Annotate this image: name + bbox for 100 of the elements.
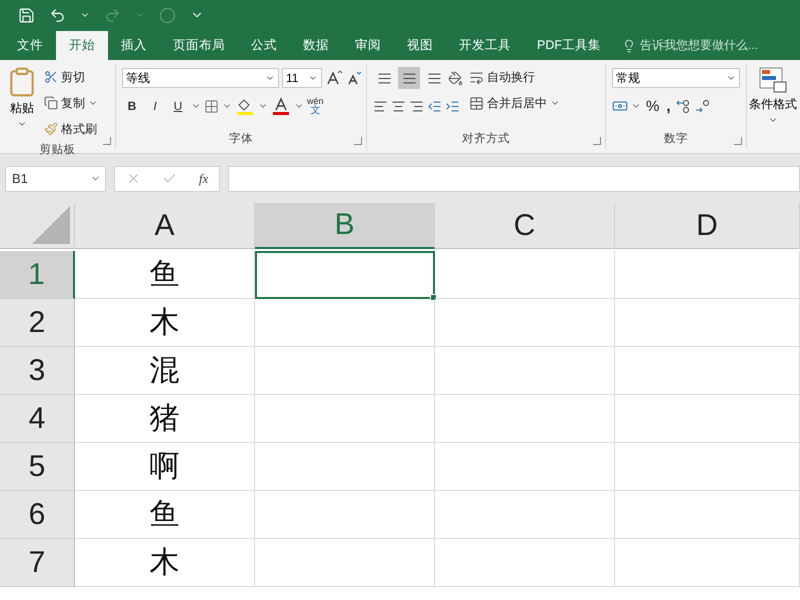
table-cell[interactable] bbox=[255, 347, 435, 395]
decrease-indent-icon[interactable] bbox=[427, 98, 442, 114]
table-cell[interactable]: 木 bbox=[75, 299, 255, 347]
font-size-field[interactable]: 11 bbox=[282, 68, 322, 88]
ribbon-tab[interactable]: 文件 bbox=[4, 31, 56, 60]
copy-icon bbox=[44, 96, 58, 110]
align-middle-icon[interactable] bbox=[402, 70, 416, 86]
ribbon-tab[interactable]: 公式 bbox=[238, 31, 290, 60]
circle-icon[interactable] bbox=[159, 6, 176, 24]
bold-button[interactable]: B bbox=[122, 95, 142, 117]
align-right-icon[interactable] bbox=[409, 98, 424, 114]
row-header[interactable]: 2 bbox=[0, 299, 75, 347]
scissors-icon bbox=[44, 70, 58, 84]
ribbon-tab[interactable]: 审阅 bbox=[342, 31, 394, 60]
borders-icon[interactable] bbox=[204, 98, 219, 114]
group-label: 剪贴板 bbox=[38, 142, 76, 157]
table-cell[interactable] bbox=[615, 347, 800, 395]
table-cell[interactable] bbox=[615, 299, 800, 347]
column-header[interactable]: C bbox=[435, 203, 615, 249]
row-header[interactable]: 7 bbox=[0, 539, 75, 587]
italic-button[interactable]: I bbox=[145, 95, 165, 117]
merge-cells-icon bbox=[469, 96, 484, 110]
row-header[interactable]: 6 bbox=[0, 491, 75, 539]
underline-button[interactable]: U bbox=[168, 95, 188, 117]
table-cell[interactable] bbox=[615, 395, 800, 443]
dialog-launcher-icon[interactable] bbox=[103, 137, 111, 145]
merge-center-button[interactable]: 合并后居中 bbox=[467, 92, 562, 114]
table-cell[interactable] bbox=[255, 395, 435, 443]
save-icon[interactable] bbox=[18, 6, 35, 24]
ribbon-tab[interactable]: PDF工具集 bbox=[524, 31, 614, 60]
font-name-field[interactable]: 等线 bbox=[122, 68, 279, 88]
group-label: 字体 bbox=[228, 131, 254, 147]
ribbon-tab[interactable]: 视图 bbox=[394, 31, 446, 60]
table-cell[interactable] bbox=[435, 251, 615, 299]
column-header[interactable]: D bbox=[615, 203, 800, 249]
column-header[interactable]: A bbox=[75, 203, 255, 249]
grow-font-icon[interactable] bbox=[325, 69, 343, 87]
number-format-field[interactable]: 常规 bbox=[612, 68, 740, 88]
table-cell[interactable] bbox=[615, 539, 800, 587]
table-cell[interactable] bbox=[435, 491, 615, 539]
table-cell[interactable] bbox=[255, 539, 435, 587]
row-header[interactable]: 4 bbox=[0, 395, 75, 443]
undo-icon[interactable] bbox=[49, 6, 66, 24]
font-color-icon[interactable] bbox=[271, 96, 291, 116]
table-cell[interactable]: 鱼 bbox=[75, 251, 255, 299]
conditional-formatting-button[interactable]: 条件格式 bbox=[749, 66, 797, 125]
table-cell[interactable]: 混 bbox=[75, 347, 255, 395]
table-cell[interactable] bbox=[435, 443, 615, 491]
table-cell[interactable]: 鱼 bbox=[75, 491, 255, 539]
format-painter-button[interactable]: 格式刷 bbox=[42, 118, 100, 140]
align-bottom-icon[interactable] bbox=[426, 70, 442, 86]
wrap-text-button[interactable]: 自动换行 bbox=[467, 66, 562, 88]
table-cell[interactable] bbox=[435, 347, 615, 395]
align-left-icon[interactable] bbox=[373, 98, 388, 114]
selected-cell[interactable] bbox=[255, 251, 435, 299]
column-header[interactable]: B bbox=[255, 203, 435, 249]
ribbon-tab[interactable]: 数据 bbox=[290, 31, 342, 60]
table-cell[interactable] bbox=[435, 299, 615, 347]
ribbon-tab[interactable]: 页面布局 bbox=[160, 31, 238, 60]
align-center-icon[interactable] bbox=[391, 98, 406, 114]
paste-button[interactable]: 粘贴 bbox=[6, 66, 38, 140]
table-cell[interactable]: 木 bbox=[75, 539, 255, 587]
ribbon-tab[interactable]: 开始 bbox=[56, 31, 108, 60]
dialog-launcher-icon[interactable] bbox=[593, 137, 601, 145]
dialog-launcher-icon[interactable] bbox=[734, 137, 742, 145]
align-top-icon[interactable] bbox=[376, 70, 392, 86]
table-cell[interactable] bbox=[255, 299, 435, 347]
increase-indent-icon[interactable] bbox=[445, 98, 460, 114]
table-cell[interactable] bbox=[435, 395, 615, 443]
cut-button[interactable]: 剪切 bbox=[42, 66, 100, 88]
name-box[interactable]: B1 bbox=[5, 166, 106, 192]
tell-me-search[interactable]: 告诉我您想要做什么... bbox=[622, 31, 758, 60]
select-all-triangle-icon[interactable] bbox=[32, 206, 70, 244]
percent-button[interactable]: % bbox=[644, 95, 662, 117]
table-cell[interactable]: 啊 bbox=[75, 443, 255, 491]
shrink-font-icon[interactable] bbox=[346, 69, 362, 87]
copy-button[interactable]: 复制 bbox=[42, 92, 100, 114]
table-cell[interactable] bbox=[615, 443, 800, 491]
redo-icon[interactable] bbox=[104, 6, 121, 24]
insert-function-button[interactable]: fx bbox=[198, 170, 208, 186]
row-header[interactable]: 1 bbox=[0, 251, 75, 299]
table-cell[interactable] bbox=[255, 491, 435, 539]
ribbon-tab[interactable]: 插入 bbox=[108, 31, 160, 60]
ribbon-tab[interactable]: 开发工具 bbox=[446, 31, 524, 60]
paintbrush-icon bbox=[44, 122, 58, 136]
formula-input-field[interactable] bbox=[228, 166, 800, 192]
table-cell[interactable] bbox=[615, 251, 800, 299]
conditional-formatting-icon bbox=[758, 66, 788, 94]
increase-decimal-icon[interactable] bbox=[676, 98, 692, 114]
table-cell[interactable] bbox=[435, 539, 615, 587]
dialog-launcher-icon[interactable] bbox=[354, 137, 362, 145]
fill-handle[interactable] bbox=[430, 294, 437, 301]
phonetic-guide-button[interactable]: wén 文 bbox=[307, 96, 324, 116]
row-header[interactable]: 3 bbox=[0, 347, 75, 395]
comma-button[interactable]: , bbox=[664, 95, 673, 117]
table-cell[interactable] bbox=[615, 491, 800, 539]
row-header[interactable]: 5 bbox=[0, 443, 75, 491]
decrease-decimal-icon[interactable] bbox=[694, 98, 711, 114]
table-cell[interactable] bbox=[255, 443, 435, 491]
table-cell[interactable]: 猪 bbox=[75, 395, 255, 443]
